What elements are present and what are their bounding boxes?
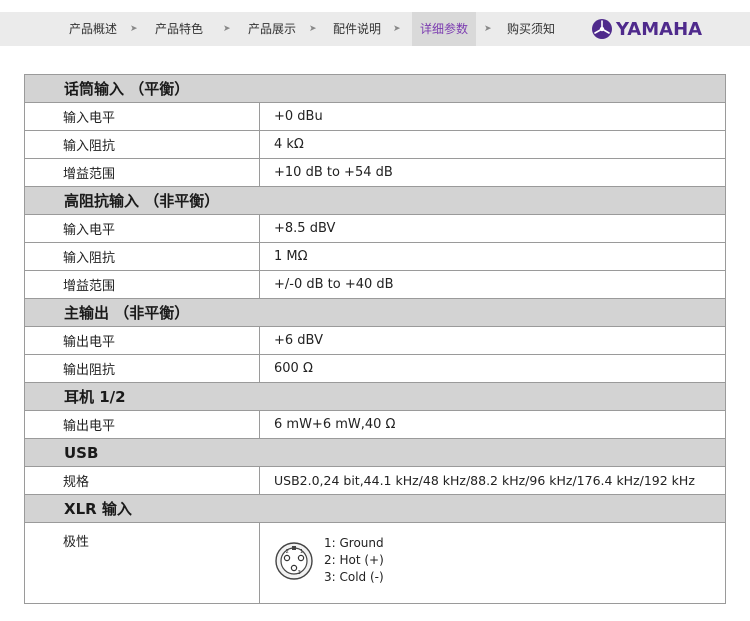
nav-arrow: ➤ <box>393 24 401 34</box>
polarity-pin-3: 3: Cold (-) <box>324 570 384 584</box>
svg-text:3: 3 <box>298 570 301 576</box>
top-nav: 产品概述 ➤ 产品特色 ➤ 产品展示 ➤ 配件说明 ➤ 详细参数 ➤ 购买须知 … <box>0 12 750 46</box>
nav-item-purchase-notes[interactable]: 购买须知 <box>507 12 555 46</box>
section-main-output: 主输出 （非平衡） <box>23 298 727 327</box>
polarity-pin-1: 1: Ground <box>324 536 384 550</box>
section-xlr-input: XLR 输入 <box>23 494 727 523</box>
row-value: +/-0 dB to +40 dB <box>258 270 727 299</box>
polarity-list: 1: Ground 2: Hot (+) 3: Cold (-) <box>324 535 384 586</box>
row-value: +6 dBV <box>258 326 727 355</box>
brand-name: YAMAHA <box>616 18 703 40</box>
row-label: 极性 <box>24 522 260 604</box>
nav-item-overview[interactable]: 产品概述 <box>69 12 117 46</box>
row-value: 1 MΩ <box>258 242 727 271</box>
row-label: 输出阻抗 <box>24 354 260 383</box>
row-value: +8.5 dBV <box>258 214 727 243</box>
polarity-pin-2: 2: Hot (+) <box>324 553 384 567</box>
nav-item-features[interactable]: 产品特色 <box>155 12 203 46</box>
row-value: 4 kΩ <box>258 130 727 159</box>
row-label: 增益范围 <box>24 270 260 299</box>
section-mic-input: 话筒输入 （平衡） <box>23 74 727 103</box>
row-value: USB2.0,24 bit,44.1 kHz/48 kHz/88.2 kHz/9… <box>258 466 727 495</box>
row-label: 输入电平 <box>24 102 260 131</box>
nav-item-accessories[interactable]: 配件说明 <box>333 12 381 46</box>
row-label: 规格 <box>24 466 260 495</box>
polarity-cell: 2 1 3 1: Ground 2: Hot (+) 3: Cold (-) <box>258 522 727 604</box>
xlr-connector-icon: 2 1 3 <box>275 541 313 580</box>
row-value: 6 mW+6 mW,40 Ω <box>258 410 727 439</box>
section-usb: USB <box>23 438 727 467</box>
nav-arrow: ➤ <box>309 24 317 34</box>
row-value: +10 dB to +54 dB <box>258 158 727 187</box>
nav-arrow: ➤ <box>484 24 492 34</box>
row-label: 输出电平 <box>24 410 260 439</box>
row-label: 增益范围 <box>24 158 260 187</box>
svg-text:1: 1 <box>300 548 303 554</box>
row-label: 输入阻抗 <box>24 242 260 271</box>
row-value: 600 Ω <box>258 354 727 383</box>
row-label: 输出电平 <box>24 326 260 355</box>
nav-item-gallery[interactable]: 产品展示 <box>248 12 296 46</box>
svg-text:2: 2 <box>286 548 289 554</box>
row-value: +0 dBu <box>258 102 727 131</box>
nav-item-specs[interactable]: 详细参数 <box>412 12 477 46</box>
section-hi-z-input: 高阻抗输入 （非平衡） <box>23 186 727 215</box>
section-headphones: 耳机 1/2 <box>23 382 727 411</box>
tuning-forks-icon <box>592 19 612 39</box>
nav-arrow: ➤ <box>223 24 231 34</box>
row-label: 输入电平 <box>24 214 260 243</box>
polarity-diagram: 2 1 3 1: Ground 2: Hot (+) 3: Cold (-) <box>274 535 725 586</box>
nav-arrow: ➤ <box>130 24 138 34</box>
row-label: 输入阻抗 <box>24 130 260 159</box>
spec-table: 话筒输入 （平衡） 输入电平 +0 dBu 输入阻抗 4 kΩ 增益范围 +10 dB… <box>23 74 727 604</box>
yamaha-logo[interactable]: YAMAHA <box>591 16 702 42</box>
